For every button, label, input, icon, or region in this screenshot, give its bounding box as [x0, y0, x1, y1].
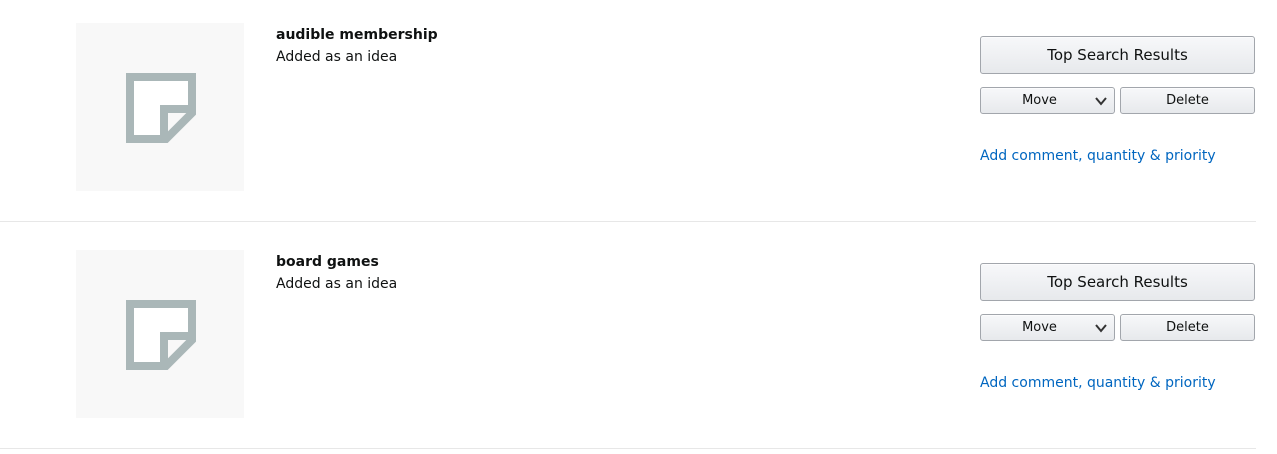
item-status: Added as an idea: [276, 276, 398, 292]
top-search-results-button[interactable]: Top Search Results: [980, 263, 1255, 301]
move-dropdown-button[interactable]: Move: [980, 87, 1115, 114]
idea-note-icon: [126, 73, 196, 143]
divider: [0, 448, 1256, 449]
delete-button[interactable]: Delete: [1120, 314, 1255, 341]
move-dropdown-button[interactable]: Move: [980, 314, 1115, 341]
move-label: Move: [1022, 320, 1057, 335]
delete-button[interactable]: Delete: [1120, 87, 1255, 114]
item-thumbnail[interactable]: [76, 250, 244, 418]
top-search-results-button[interactable]: Top Search Results: [980, 36, 1255, 74]
move-label: Move: [1022, 93, 1057, 108]
item-title[interactable]: board games: [276, 253, 379, 271]
chevron-down-icon: [1095, 97, 1107, 106]
divider: [0, 221, 1256, 222]
item-status: Added as an idea: [276, 49, 398, 65]
chevron-down-icon: [1095, 324, 1107, 333]
list-item: board games Added as an idea Top Search …: [0, 227, 1277, 454]
idea-note-icon: [126, 300, 196, 370]
add-comment-link[interactable]: Add comment, quantity & priority: [980, 147, 1216, 165]
add-comment-link[interactable]: Add comment, quantity & priority: [980, 374, 1216, 392]
list-item: audible membership Added as an idea Top …: [0, 0, 1277, 227]
item-thumbnail[interactable]: [76, 23, 244, 191]
item-title[interactable]: audible membership: [276, 26, 438, 44]
